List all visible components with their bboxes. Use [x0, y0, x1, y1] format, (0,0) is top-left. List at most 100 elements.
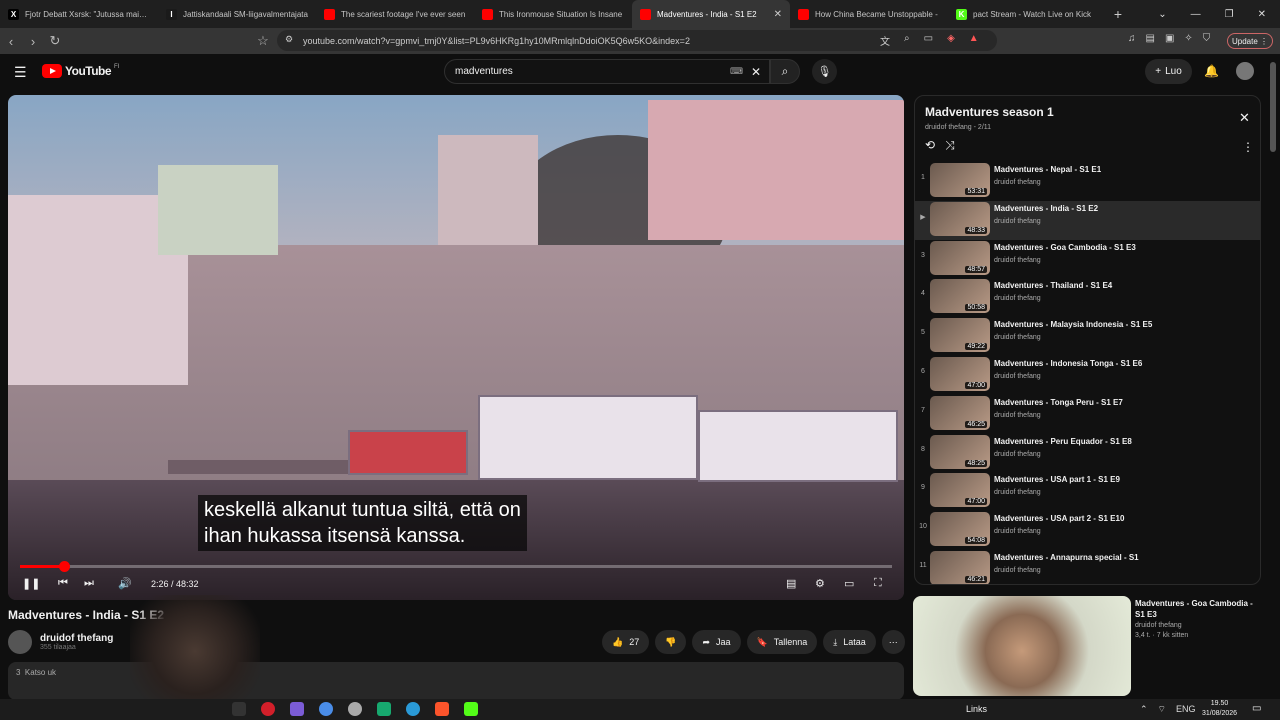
- network-icon[interactable]: ⌔: [1158, 704, 1166, 715]
- more-icon[interactable]: ⋮: [1242, 140, 1254, 154]
- playlist-thumbnail[interactable]: 48:57: [930, 240, 990, 275]
- recommended-video[interactable]: Madventures - Goa Cambodia - S1 E3 druid…: [913, 596, 1258, 696]
- playlist-item[interactable]: 6 47:00 Madventures - Indonesia Tonga - S1…: [915, 356, 1260, 395]
- theater-mode-icon[interactable]: ▭: [844, 577, 854, 590]
- fullscreen-icon[interactable]: ⛶: [874, 577, 882, 590]
- links-toolbar[interactable]: Links: [966, 704, 987, 714]
- menu-icon[interactable]: ☰: [14, 64, 27, 81]
- zoom-icon[interactable]: ⌕: [904, 33, 910, 48]
- brave-icon[interactable]: [435, 702, 449, 716]
- bookmark-icon[interactable]: ☆: [252, 33, 274, 49]
- keyboard-icon[interactable]: ⌨: [730, 66, 743, 77]
- volume-icon[interactable]: 🔊: [118, 577, 132, 590]
- video-player[interactable]: keskellä alkanut tuntua siltä, että on i…: [8, 95, 904, 600]
- playlist-thumbnail[interactable]: 54:08: [930, 512, 990, 547]
- kick-icon[interactable]: [464, 702, 478, 716]
- brave-shields-icon[interactable]: ◈: [947, 33, 955, 48]
- browser-tab[interactable]: How China Became Unstoppable -: [790, 0, 948, 28]
- task-view-icon[interactable]: [232, 702, 246, 716]
- search-button[interactable]: ⌕: [770, 59, 800, 84]
- playlist-item[interactable]: 11 46:21 Madventures - Annapurna special -…: [915, 550, 1260, 584]
- next-icon[interactable]: ⏭: [84, 577, 94, 590]
- rewards-icon[interactable]: ▲: [969, 33, 979, 48]
- more-actions-button[interactable]: ⋯: [881, 630, 905, 654]
- recommended-thumbnail[interactable]: [913, 596, 1131, 696]
- create-button[interactable]: + Luo: [1145, 59, 1192, 84]
- maximize-button[interactable]: ❐: [1225, 9, 1234, 20]
- browser-tab[interactable]: I Jattiskandaali SM-liigavalmentajata: [158, 0, 316, 28]
- pause-icon[interactable]: ❚❚: [22, 577, 40, 590]
- app-icon[interactable]: [348, 702, 362, 716]
- share-button[interactable]: ➦ Jaa: [692, 630, 741, 654]
- voice-search-button[interactable]: 🎙: [812, 59, 837, 84]
- media-icon[interactable]: ♫: [1128, 33, 1136, 44]
- browser-tab[interactable]: Madventures - India - S1 E2 ✕: [632, 0, 790, 28]
- page-scrollbar[interactable]: [1270, 62, 1276, 690]
- channel-avatar[interactable]: [8, 630, 32, 654]
- playlist-thumbnail[interactable]: 47:00: [930, 356, 990, 391]
- app-icon[interactable]: [377, 702, 391, 716]
- close-tab-icon[interactable]: ✕: [774, 9, 782, 20]
- playlist-item[interactable]: 4 50:58 Madventures - Thailand - S1 E4 drui…: [915, 278, 1260, 317]
- subtitles-icon[interactable]: ▤: [786, 577, 796, 590]
- language-indicator[interactable]: ENG: [1176, 704, 1196, 715]
- search-input[interactable]: madventures ⌨ ✕: [444, 59, 770, 84]
- notifications-icon[interactable]: 🔔: [1204, 64, 1219, 78]
- clear-search-icon[interactable]: ✕: [751, 65, 761, 79]
- browser-tab[interactable]: This Ironmouse Situation Is Insane: [474, 0, 632, 28]
- tabs-icon[interactable]: ▣: [1165, 33, 1174, 44]
- playlist-title[interactable]: Madventures season 1: [925, 105, 1054, 119]
- playlist-thumbnail[interactable]: 48:25: [930, 434, 990, 469]
- shuffle-icon[interactable]: ⤨: [945, 138, 955, 153]
- new-tab-button[interactable]: +: [1106, 6, 1130, 22]
- forward-icon[interactable]: ›: [22, 34, 44, 49]
- browser-tab[interactable]: The scariest footage I've ever seen: [316, 0, 474, 28]
- clock[interactable]: 19.50 31/08/2026: [1202, 699, 1237, 719]
- notifications-icon[interactable]: ▭: [1252, 703, 1261, 714]
- previous-icon[interactable]: ⏮: [58, 577, 68, 590]
- edge-icon[interactable]: [406, 702, 420, 716]
- playlist-thumbnail[interactable]: 50:58: [930, 279, 990, 314]
- recommended-title[interactable]: Madventures - Goa Cambodia - S1 E3: [1135, 598, 1255, 620]
- sidebar-icon[interactable]: ▤: [1146, 33, 1155, 44]
- progress-scrubber[interactable]: [58, 561, 70, 572]
- save-button[interactable]: 🔖 Tallenna: [746, 630, 818, 654]
- site-info-icon[interactable]: ⚙: [285, 34, 293, 45]
- like-button[interactable]: 👍 27: [602, 630, 650, 654]
- browser-tab[interactable]: Kpact Stream - Watch Live on Kick: [948, 0, 1106, 28]
- tab-search-icon[interactable]: ⌄: [1158, 9, 1166, 20]
- playlist-item[interactable]: 10 54:08 Madventures - USA part 2 - S1 E10…: [915, 511, 1260, 550]
- playlist-item[interactable]: 9 47:00 Madventures - USA part 1 - S1 E9 dr…: [915, 472, 1260, 511]
- reload-icon[interactable]: ↻: [44, 33, 66, 49]
- translate-icon[interactable]: 文: [880, 33, 890, 48]
- chrome-icon[interactable]: [319, 702, 333, 716]
- opera-icon[interactable]: [261, 702, 275, 716]
- browser-tab[interactable]: X Fjotr Debatt Xsrsk: "Jutussa mainitta: [0, 0, 158, 28]
- scrollbar-thumb[interactable]: [1270, 62, 1276, 152]
- update-button[interactable]: Update ⋮: [1227, 33, 1273, 49]
- youtube-logo[interactable]: YouTube FI: [42, 64, 119, 78]
- playlist-thumbnail[interactable]: 46:21: [930, 550, 990, 584]
- app-icon[interactable]: [290, 702, 304, 716]
- close-window-button[interactable]: ✕: [1258, 9, 1266, 20]
- playlist-item[interactable]: 7 46:25 Madventures - Tonga Peru - S1 E7 dr…: [915, 395, 1260, 434]
- cast-icon[interactable]: ▭: [924, 33, 933, 48]
- playlist-thumbnail[interactable]: 48:33: [930, 201, 990, 236]
- playlist-item[interactable]: 3 48:57 Madventures - Goa Cambodia - S1 E3…: [915, 240, 1260, 279]
- playlist-item[interactable]: 1 53:31 Madventures - Nepal - S1 E1 druidof…: [915, 162, 1260, 201]
- playlist-item[interactable]: ▶ 48:33 Madventures - India - S1 E2 druidof…: [915, 200, 1260, 240]
- dislike-button[interactable]: 👎: [655, 630, 687, 654]
- playlist-thumbnail[interactable]: 53:31: [930, 163, 990, 197]
- avatar[interactable]: [1236, 62, 1254, 80]
- playlist-item[interactable]: 5 49:22 Madventures - Malaysia Indonesia -…: [915, 317, 1260, 356]
- minimize-button[interactable]: —: [1191, 9, 1201, 20]
- playlist-thumbnail[interactable]: 46:25: [930, 395, 990, 430]
- progress-bar[interactable]: [20, 561, 892, 572]
- extensions-icon[interactable]: ✧: [1184, 33, 1192, 44]
- close-icon[interactable]: ✕: [1239, 110, 1250, 126]
- loop-icon[interactable]: ⟲: [925, 138, 935, 153]
- channel-name[interactable]: druidof thefang: [40, 633, 113, 644]
- back-icon[interactable]: ‹: [0, 34, 22, 49]
- playlist-thumbnail[interactable]: 49:22: [930, 318, 990, 353]
- settings-icon[interactable]: ⚙: [815, 577, 825, 590]
